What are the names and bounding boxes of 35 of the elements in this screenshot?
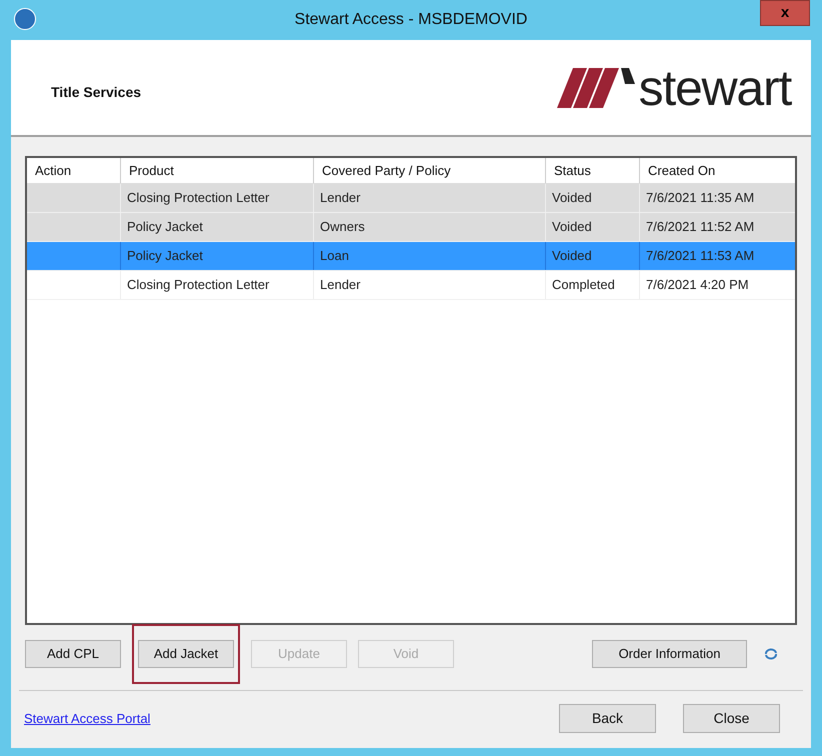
table-cell-text: Loan <box>320 247 349 266</box>
column-header[interactable]: Status <box>545 158 639 183</box>
table-cell-text: Lender <box>320 189 360 208</box>
logo-stripes-icon <box>554 68 635 108</box>
footer-button[interactable]: Back <box>559 704 656 733</box>
table-cell-text: Policy Jacket <box>127 218 203 236</box>
table-cell-text: 7/6/2021 4:20 PM <box>646 276 749 294</box>
logo-text: stewart <box>638 62 791 112</box>
window-title: Stewart Access - MSBDEMOVID <box>294 10 528 30</box>
column-header[interactable]: Product <box>120 158 313 183</box>
table-cell-text: Completed <box>552 276 615 294</box>
app-icon <box>14 8 36 30</box>
table-row[interactable]: Closing Protection Letter Lender Completed 7/6/2021 4:20 PM <box>27 271 795 300</box>
section-title: Title Services <box>51 83 142 102</box>
table-cell-text: Policy Jacket <box>127 247 203 266</box>
portal-link[interactable]: Stewart Access Portal <box>24 708 150 728</box>
table-cell-text: 7/6/2021 11:35 AM <box>646 189 754 208</box>
table-cell-text: Voided <box>552 189 592 208</box>
action-button[interactable]: Add Jacket <box>138 640 234 668</box>
column-header[interactable]: Covered Party / Policy <box>313 158 545 183</box>
table-cell-text: Closing Protection Letter <box>127 276 270 294</box>
column-header[interactable]: Created On <box>639 158 798 183</box>
table-cell-text: 7/6/2021 11:53 AM <box>646 247 754 266</box>
table-cell-text: 7/6/2021 11:52 AM <box>646 218 754 236</box>
refresh-icon[interactable] <box>763 647 779 661</box>
action-button[interactable]: Add CPL <box>25 640 121 668</box>
window-close-button[interactable]: x <box>760 0 810 26</box>
footer-button[interactable]: Close <box>683 704 780 733</box>
column-header[interactable]: Action <box>27 158 120 183</box>
table-cell-text: Voided <box>552 247 592 266</box>
table-cell-text: Closing Protection Letter <box>127 189 270 208</box>
table-cell-text: Lender <box>320 276 360 294</box>
table-cell-text: Owners <box>320 218 365 236</box>
order-information-button[interactable]: Order Information <box>592 640 747 668</box>
table-cell-text: Voided <box>552 218 592 236</box>
